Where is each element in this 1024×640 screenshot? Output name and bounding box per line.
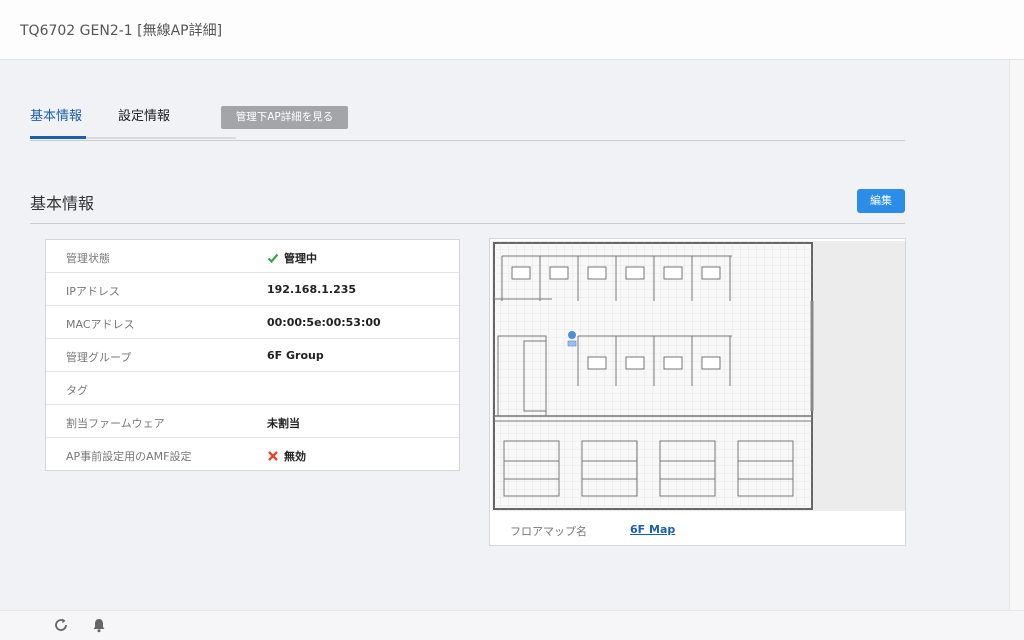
bottom-bar bbox=[0, 610, 1024, 640]
floor-map-link[interactable]: 6F Map bbox=[630, 523, 675, 536]
info-label: 割当ファームウェア bbox=[66, 417, 165, 430]
info-row-ip: IPアドレス 192.168.1.235 bbox=[46, 273, 459, 306]
top-bar: TQ6702 GEN2-1 [無線AP詳細] bbox=[0, 0, 1024, 60]
amf-text: 無効 bbox=[284, 450, 306, 463]
info-label: タグ bbox=[66, 384, 88, 397]
floor-map-name-label: フロアマップ名 bbox=[510, 525, 587, 538]
section-divider bbox=[30, 223, 905, 224]
active-tab-indicator bbox=[30, 136, 86, 139]
info-label: AP事前設定用のAMF設定 bbox=[66, 450, 192, 463]
tab-basic-info[interactable]: 基本情報 bbox=[30, 105, 82, 124]
info-value-ip: 192.168.1.235 bbox=[267, 283, 357, 296]
info-label: 管理グループ bbox=[66, 351, 132, 364]
floor-map-panel: フロアマップ名 6F Map bbox=[489, 238, 906, 546]
info-row-amf: AP事前設定用のAMF設定 無効 bbox=[46, 438, 459, 471]
info-value-firmware: 未割当 bbox=[267, 417, 300, 430]
section-title: 基本情報 bbox=[30, 194, 95, 213]
info-row-firmware: 割当ファームウェア 未割当 bbox=[46, 405, 459, 438]
floor-map-image[interactable] bbox=[492, 241, 905, 511]
info-label: MACアドレス bbox=[66, 318, 135, 331]
bell-icon[interactable] bbox=[91, 617, 107, 633]
info-value-status: 管理中 bbox=[267, 250, 317, 266]
check-icon bbox=[267, 253, 279, 264]
info-table: 管理状態 管理中 IPアドレス 192.168.1.235 MACアドレス 00… bbox=[45, 239, 460, 471]
info-value-amf: 無効 bbox=[267, 448, 306, 464]
info-row-status: 管理状態 管理中 bbox=[46, 240, 459, 273]
info-row-group: 管理グループ 6F Group bbox=[46, 339, 459, 372]
info-label: 管理状態 bbox=[66, 252, 110, 265]
refresh-icon[interactable] bbox=[53, 617, 69, 633]
tab-bar: 基本情報 設定情報 bbox=[30, 96, 905, 141]
edit-button[interactable]: 編集 bbox=[857, 189, 905, 213]
vertical-scrollbar[interactable] bbox=[1009, 60, 1024, 610]
info-value-group: 6F Group bbox=[267, 349, 324, 362]
inactive-tab-indicator bbox=[86, 137, 236, 139]
cross-icon bbox=[268, 451, 278, 461]
tab-settings-info[interactable]: 設定情報 bbox=[118, 105, 170, 124]
info-row-tag: タグ bbox=[46, 372, 459, 405]
page-title: TQ6702 GEN2-1 [無線AP詳細] bbox=[20, 23, 223, 39]
status-text: 管理中 bbox=[284, 252, 317, 265]
info-value-mac: 00:00:5e:00:53:00 bbox=[267, 316, 381, 329]
info-row-mac: MACアドレス 00:00:5e:00:53:00 bbox=[46, 306, 459, 339]
floor-plan-drawing bbox=[492, 241, 905, 511]
view-managed-ap-button[interactable]: 管理下AP詳細を見る bbox=[221, 106, 348, 129]
info-label: IPアドレス bbox=[66, 285, 120, 298]
